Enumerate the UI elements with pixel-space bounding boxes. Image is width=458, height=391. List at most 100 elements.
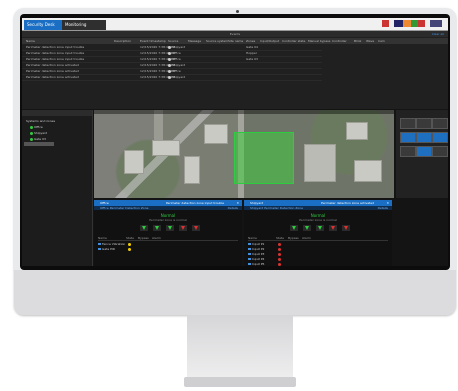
- state-led-icon: [278, 252, 281, 256]
- col-name[interactable]: Name: [26, 38, 35, 44]
- state-led-icon: [128, 242, 131, 246]
- disarm-button[interactable]: [179, 225, 187, 231]
- event-source: Shipyard: [168, 63, 185, 68]
- list-item[interactable]: Input P3: [248, 252, 388, 256]
- state-led-icon: [278, 247, 281, 251]
- event-source: Shipyard: [168, 75, 185, 80]
- monitor-stand: [187, 315, 293, 379]
- col-controller[interactable]: Controller: [332, 38, 347, 44]
- input-icon: [248, 248, 251, 250]
- disarm-button[interactable]: [329, 225, 337, 231]
- col-controller-state[interactable]: Controller state: [282, 38, 305, 44]
- table-row[interactable]: Perimeter detection zone activated 12/15…: [22, 75, 322, 81]
- col-site-name[interactable]: Site name: [228, 38, 243, 44]
- control-button[interactable]: [432, 146, 448, 157]
- list-item[interactable]: Input P5: [248, 262, 388, 266]
- tree-item-gate[interactable]: Gate 03: [30, 137, 46, 141]
- details-link[interactable]: Details: [378, 206, 388, 210]
- input-icon: [98, 248, 101, 250]
- language-flags-icon[interactable]: [382, 20, 442, 27]
- control-button[interactable]: [416, 132, 432, 143]
- col-wave[interactable]: Wave: [366, 38, 374, 44]
- disarm-button[interactable]: [342, 225, 350, 231]
- input-icon: [98, 243, 101, 245]
- state-led-icon: [278, 242, 281, 246]
- zone-tile-office[interactable]: Office Perimeter detection zone input tr…: [94, 200, 242, 266]
- app-screen: Security Desk Monitoring Events Clear al…: [22, 18, 448, 266]
- arm-button[interactable]: [290, 225, 298, 231]
- list-item[interactable]: Input P2: [248, 247, 388, 251]
- arm-button[interactable]: [166, 225, 174, 231]
- input-icon: [248, 243, 251, 245]
- col-zones[interactable]: Zones: [246, 38, 255, 44]
- event-name: Perimeter detection zone input trouble: [26, 57, 85, 61]
- tile-subtitle: Office Perimeter Detection Zone: [100, 206, 149, 210]
- control-button[interactable]: [416, 146, 432, 157]
- perimeter-zone-overlay[interactable]: [234, 132, 294, 184]
- tree-item-root[interactable]: Systems and zones: [26, 119, 55, 123]
- tree-item-office[interactable]: Office: [30, 125, 43, 129]
- monitor-foot: [184, 377, 296, 387]
- disarm-button[interactable]: [192, 225, 200, 231]
- col-timestamp[interactable]: Event timestamp: [140, 38, 166, 44]
- col-device-bypass: Bypass: [138, 236, 149, 240]
- list-item[interactable]: Input P4: [248, 257, 388, 261]
- controls-panel: [396, 110, 448, 198]
- map-building: [304, 144, 336, 182]
- zone-tile-shipyard[interactable]: Shipyard Perimeter detection zone activa…: [244, 200, 392, 266]
- tile-subbar: Shipyard Perimeter Detection Zone Detail…: [244, 206, 392, 210]
- map-building: [346, 122, 368, 140]
- map-building: [354, 160, 382, 182]
- event-source: Office: [168, 69, 181, 74]
- state-led-icon: [128, 247, 131, 251]
- control-button[interactable]: [432, 132, 448, 143]
- col-description[interactable]: Description: [114, 38, 131, 44]
- control-button[interactable]: [400, 118, 416, 129]
- col-source[interactable]: Source: [168, 38, 178, 44]
- event-name: Perimeter detection zone activated: [26, 75, 79, 79]
- event-name: Perimeter detection zone activated: [26, 63, 79, 67]
- control-button[interactable]: [400, 132, 416, 143]
- event-zone: Gate 03: [246, 57, 258, 61]
- zone-status-icon: [30, 125, 33, 129]
- zone-status-icon: [30, 131, 33, 135]
- col-input-output[interactable]: Input/Output: [260, 38, 279, 44]
- tab-security-desk[interactable]: Security Desk: [24, 20, 66, 30]
- control-button[interactable]: [416, 118, 432, 129]
- col-device-state: State: [126, 236, 134, 240]
- map-building: [124, 150, 144, 174]
- map-building: [204, 124, 228, 144]
- tile-subbar: Office Perimeter Detection Zone Details: [94, 206, 242, 210]
- zone-status-detail: Perimeter zone is normal: [149, 218, 187, 222]
- map-building: [152, 140, 180, 156]
- list-item[interactable]: Fence Vibration: [98, 242, 238, 246]
- col-device-alarm: Alarm: [152, 236, 161, 240]
- device-header: Name State Bypass Alarm: [248, 236, 388, 241]
- clear-all-link[interactable]: Clear all: [432, 31, 444, 37]
- tree-item-shipyard[interactable]: Shipyard: [30, 131, 47, 135]
- satellite-map[interactable]: [94, 110, 394, 198]
- selected-tree-item[interactable]: [24, 142, 54, 146]
- col-message[interactable]: Message: [188, 38, 201, 44]
- map-building: [184, 156, 200, 184]
- arm-button[interactable]: [316, 225, 324, 231]
- tab-monitoring[interactable]: Monitoring: [62, 20, 106, 30]
- arm-button[interactable]: [303, 225, 311, 231]
- zone-status-icon: [30, 137, 33, 141]
- col-blink[interactable]: Blink: [354, 38, 361, 44]
- monitor-chin: [14, 270, 456, 315]
- details-link[interactable]: Details: [228, 206, 238, 210]
- control-button[interactable]: [400, 146, 416, 157]
- col-cam[interactable]: Cam: [378, 38, 385, 44]
- col-manual-bypass[interactable]: Manual bypass: [308, 38, 330, 44]
- arm-button[interactable]: [153, 225, 161, 231]
- col-source-system[interactable]: Source system: [206, 38, 228, 44]
- event-name: Perimeter detection zone input trouble: [26, 51, 85, 55]
- event-zone: Gate 04: [246, 45, 258, 49]
- list-item[interactable]: Input P1: [248, 242, 388, 246]
- control-button[interactable]: [432, 118, 448, 129]
- list-item[interactable]: Gate PIR: [98, 247, 238, 251]
- event-name: Perimeter detection zone activated: [26, 69, 79, 73]
- event-source: Shipyard: [168, 45, 185, 50]
- arm-button[interactable]: [140, 225, 148, 231]
